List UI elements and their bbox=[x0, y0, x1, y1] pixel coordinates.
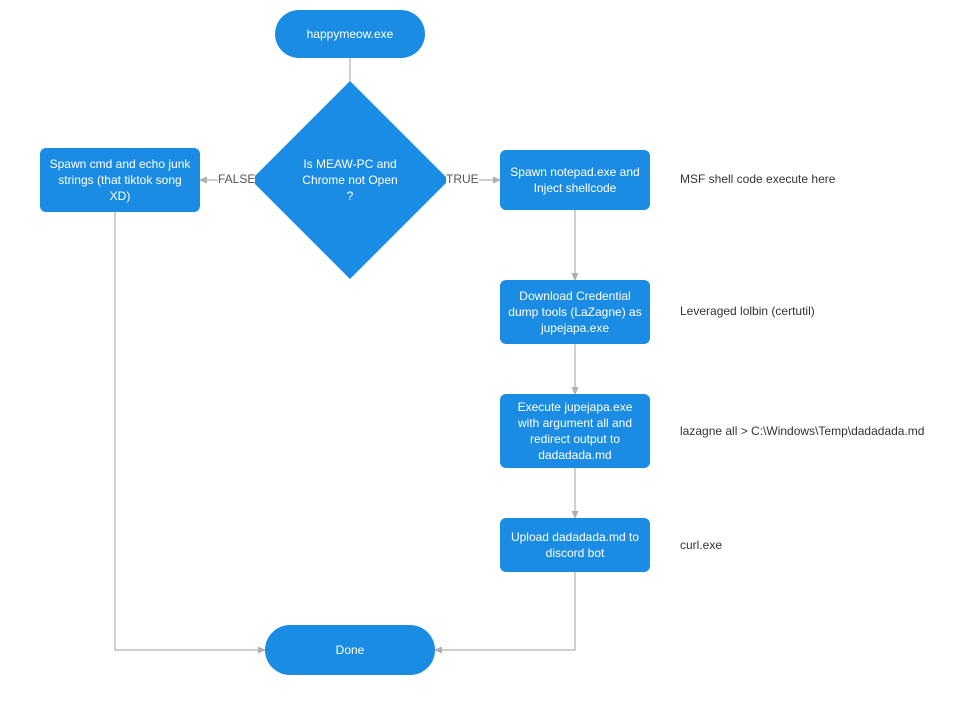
end-node: Done bbox=[265, 625, 435, 675]
decision-node-label: Is MEAW-PC and Chrome not Open ? bbox=[302, 156, 398, 205]
step1-label: Spawn notepad.exe and Inject shellcode bbox=[508, 164, 642, 196]
step4-label: Upload dadadada.md to discord bot bbox=[508, 529, 642, 561]
step2-node: Download Credential dump tools (LaZagne)… bbox=[500, 280, 650, 344]
start-node: happymeow.exe bbox=[275, 10, 425, 58]
edge-label-true: TRUE bbox=[446, 172, 479, 186]
connectors-layer bbox=[0, 0, 953, 713]
step3-label: Execute jupejapa.exe with argument all a… bbox=[508, 399, 642, 464]
end-node-label: Done bbox=[336, 642, 365, 658]
step2-annotation: Leveraged lolbin (certutil) bbox=[680, 304, 815, 318]
step1-node: Spawn notepad.exe and Inject shellcode bbox=[500, 150, 650, 210]
edge-label-false: FALSE bbox=[218, 172, 255, 186]
step4-node: Upload dadadada.md to discord bot bbox=[500, 518, 650, 572]
step3-node: Execute jupejapa.exe with argument all a… bbox=[500, 394, 650, 468]
decision-node: Is MEAW-PC and Chrome not Open ? bbox=[280, 110, 420, 250]
step3-annotation: lazagne all > C:\Windows\Temp\dadadada.m… bbox=[680, 424, 924, 438]
false-branch-node: Spawn cmd and echo junk strings (that ti… bbox=[40, 148, 200, 212]
start-node-label: happymeow.exe bbox=[307, 26, 394, 42]
step1-annotation: MSF shell code execute here bbox=[680, 172, 835, 186]
step2-label: Download Credential dump tools (LaZagne)… bbox=[508, 288, 642, 337]
false-branch-label: Spawn cmd and echo junk strings (that ti… bbox=[48, 156, 192, 205]
step4-annotation: curl.exe bbox=[680, 538, 722, 552]
